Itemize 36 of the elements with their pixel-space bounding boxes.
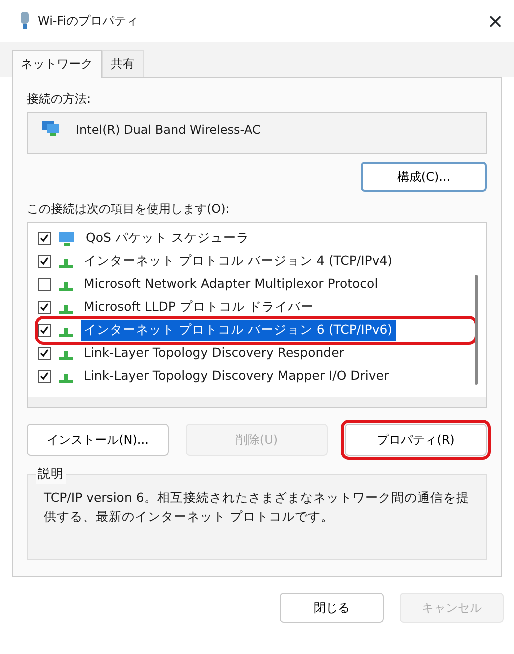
item-label: QoS パケット スケジューラ xyxy=(85,229,250,248)
close-button[interactable]: × xyxy=(487,6,504,36)
list-item[interactable]: インターネット プロトコル バージョン 4 (TCP/IPv4) xyxy=(38,250,475,273)
network-adapter-icon xyxy=(42,121,60,137)
item-label: Link-Layer Topology Discovery Mapper I/O Driver xyxy=(83,367,390,386)
adapter-name: Intel(R) Dual Band Wireless-AC xyxy=(76,122,261,139)
monitor-icon xyxy=(59,230,75,246)
group-label: 説明 xyxy=(36,465,66,484)
description-text: TCP/IP version 6。相互接続されたさまざまなネットワーク間の通信を提供する、最新のインターネット プロトコルです。 xyxy=(44,489,470,526)
checkbox[interactable] xyxy=(38,347,51,360)
list-item[interactable]: Microsoft Network Adapter Multiplexor Protocol xyxy=(38,273,475,296)
tab[interactable]: ネットワーク xyxy=(12,50,102,78)
checkbox[interactable] xyxy=(38,255,51,268)
window-title: Wi-Fiのプロパティ xyxy=(38,13,140,30)
item-label: Microsoft Network Adapter Multiplexor Protocol xyxy=(83,275,380,294)
section-label: この接続は次の項目を使用します(O): xyxy=(27,201,231,218)
list-item[interactable]: Link-Layer Topology Discovery Mapper I/O Driver xyxy=(38,365,475,388)
checkbox[interactable] xyxy=(38,278,51,291)
list-item[interactable]: QoS パケット スケジューラ xyxy=(38,227,475,250)
checkbox[interactable] xyxy=(38,324,51,337)
tab[interactable]: 共有 xyxy=(102,50,144,77)
item-label: インターネット プロトコル バージョン 4 (TCP/IPv4) xyxy=(83,252,394,270)
action-button[interactable]: インストール(N)... xyxy=(27,424,169,456)
item-label: インターネット プロトコル バージョン 6 (TCP/IPv6) xyxy=(81,320,396,341)
list-item[interactable]: インターネット プロトコル バージョン 6 (TCP/IPv6) xyxy=(38,319,475,342)
dialog-button[interactable]: 閉じる xyxy=(280,593,384,623)
list-item[interactable]: Microsoft LLDP プロトコル ドライバー xyxy=(38,296,475,319)
checkbox[interactable] xyxy=(38,370,51,383)
list-item[interactable]: Link-Layer Topology Discovery Responder xyxy=(38,342,475,365)
checkbox[interactable] xyxy=(38,301,51,314)
wifi-adapter-icon xyxy=(20,12,30,30)
checkbox[interactable] xyxy=(38,232,51,245)
item-label: Link-Layer Topology Discovery Responder xyxy=(83,344,346,362)
section-label: 接続の方法: xyxy=(27,91,92,108)
item-label: Microsoft LLDP プロトコル ドライバー xyxy=(83,298,315,316)
configure-button[interactable]: 構成(C)... xyxy=(361,162,487,192)
